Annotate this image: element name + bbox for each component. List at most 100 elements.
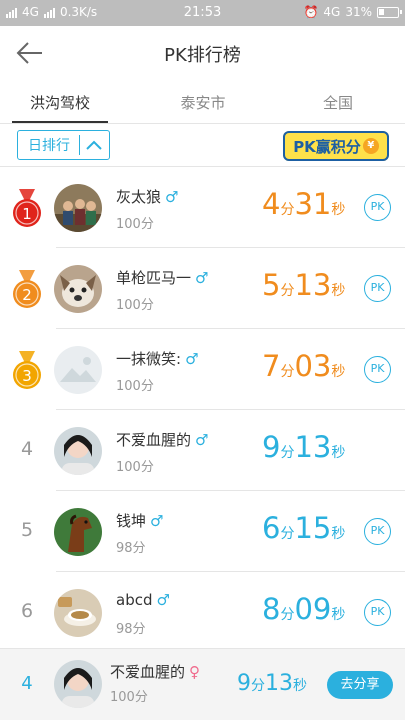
tab-driving-school[interactable]: 洪沟驾校 <box>5 92 115 113</box>
my-time-minutes-unit: 分 <box>251 678 265 694</box>
user-name-text: 灰太狼 <box>116 188 162 206</box>
time-seconds-unit: 秒 <box>331 283 346 299</box>
time-seconds: 13 <box>294 430 332 464</box>
user-name: 灰太狼 ♂ <box>116 186 178 207</box>
exam-time: 8分09秒 <box>262 592 345 626</box>
time-minutes-unit: 分 <box>280 202 295 218</box>
time-minutes: 8 <box>262 592 281 626</box>
medal-rank-number: 2 <box>22 286 32 304</box>
my-time: 9分13秒 <box>237 671 307 696</box>
time-seconds: 13 <box>294 268 332 302</box>
my-time-minutes: 9 <box>237 671 251 696</box>
male-icon: ♂ <box>156 591 170 609</box>
rank-number: 6 <box>20 600 34 622</box>
status-bar: 4G 0.3K/s 21:53 ⏰ 4G 31% <box>0 0 405 26</box>
medal-icon: 1 <box>13 189 41 227</box>
ranking-period-dropdown[interactable]: 日排行 <box>17 130 110 160</box>
network-type-right: 4G <box>323 5 341 19</box>
pk-win-points-logo[interactable]: PK赢积分 ¥ <box>283 131 389 161</box>
rank-number: 5 <box>20 519 34 541</box>
time-seconds-unit: 秒 <box>331 364 346 380</box>
tab-national[interactable]: 全国 <box>283 92 393 113</box>
pk-challenge-button[interactable]: PK <box>364 518 391 545</box>
female-icon: ♀ <box>189 663 201 681</box>
time-seconds-unit: 秒 <box>331 202 346 218</box>
ranking-row[interactable]: 3 一抹微笑: ♂ 100分 7分03秒 PK <box>0 329 405 410</box>
my-time-seconds: 13 <box>265 671 293 696</box>
scope-tabs: 洪沟驾校 泰安市 全国 <box>0 80 405 124</box>
user-avatar[interactable] <box>54 265 102 313</box>
medal-rank-number: 1 <box>22 205 32 223</box>
user-name-text: 钱坤 <box>116 512 147 530</box>
coin-icon: ¥ <box>362 138 379 154</box>
pk-challenge-button[interactable]: PK <box>364 275 391 302</box>
alarm-icon: ⏰ <box>303 5 319 19</box>
page-title: PK排行榜 <box>164 45 241 66</box>
time-seconds-unit: 秒 <box>331 526 346 542</box>
ranking-period-label: 日排行 <box>28 138 70 154</box>
pk-challenge-button[interactable]: PK <box>364 599 391 626</box>
male-icon: ♂ <box>165 188 179 206</box>
time-minutes: 5 <box>262 268 281 302</box>
exam-time: 6分15秒 <box>262 511 345 545</box>
battery-icon <box>377 6 402 18</box>
ranking-row[interactable]: 1 灰太狼 ♂ 100分 4分31秒 PK <box>0 167 405 248</box>
pk-logo-text: PK赢积分 <box>293 137 361 156</box>
time-minutes-unit: 分 <box>280 607 295 623</box>
my-name: 不爱血腥的 ♀ <box>110 661 200 682</box>
chevron-up-icon <box>80 140 109 150</box>
user-avatar[interactable] <box>54 508 102 556</box>
tab-city[interactable]: 泰安市 <box>148 92 258 113</box>
time-seconds: 09 <box>294 592 332 626</box>
time-minutes: 7 <box>262 349 281 383</box>
time-minutes-unit: 分 <box>280 364 295 380</box>
rank-number: 4 <box>20 438 34 460</box>
time-minutes-unit: 分 <box>280 526 295 542</box>
my-rank-bar: 4 不爱血腥的 ♀ 100分 9分13秒 去分享 <box>0 648 405 720</box>
time-minutes: 6 <box>262 511 281 545</box>
ranking-list: 1 灰太狼 ♂ 100分 4分31秒 PK 2 单枪匹马一 ♂ 100分 5分1… <box>0 167 405 653</box>
avatar-photo-girl-icon <box>54 427 102 475</box>
time-seconds: 15 <box>294 511 332 545</box>
nav-header: PK排行榜 <box>0 26 405 80</box>
user-score: 100分 <box>116 298 154 313</box>
user-avatar[interactable] <box>54 589 102 637</box>
exam-time: 7分03秒 <box>262 349 345 383</box>
user-name-text: 不爱血腥的 <box>116 431 192 449</box>
user-avatar[interactable] <box>54 346 102 394</box>
status-right: ⏰ 4G 31% <box>303 5 402 19</box>
tab-underline <box>12 121 108 123</box>
exam-time: 4分31秒 <box>262 187 345 221</box>
pk-challenge-button[interactable]: PK <box>364 194 391 221</box>
time-minutes: 9 <box>262 430 281 464</box>
my-avatar[interactable] <box>54 660 102 708</box>
male-icon: ♂ <box>195 431 209 449</box>
user-avatar[interactable] <box>54 427 102 475</box>
pk-challenge-button[interactable]: PK <box>364 356 391 383</box>
my-time-seconds-unit: 秒 <box>293 678 307 694</box>
time-seconds: 31 <box>294 187 332 221</box>
medal-rank-number: 3 <box>22 367 32 385</box>
male-icon: ♂ <box>185 350 199 368</box>
avatar-photo-coffee-icon <box>54 589 102 637</box>
ranking-row[interactable]: 6 abcd ♂ 98分 8分09秒 PK <box>0 572 405 653</box>
user-name: 单枪匹马一 ♂ <box>116 267 208 288</box>
exam-time: 5分13秒 <box>262 268 345 302</box>
user-avatar[interactable] <box>54 184 102 232</box>
medal-icon: 2 <box>13 270 41 308</box>
user-score: 98分 <box>116 622 146 637</box>
ranking-row[interactable]: 5 钱坤 ♂ 98分 6分15秒 PK <box>0 491 405 572</box>
ranking-row[interactable]: 4 不爱血腥的 ♂ 100分 9分13秒 <box>0 410 405 491</box>
user-name-text: abcd <box>116 591 153 609</box>
exam-time: 9分13秒 <box>262 430 345 464</box>
my-name-text: 不爱血腥的 <box>110 663 186 681</box>
share-button[interactable]: 去分享 <box>327 671 393 699</box>
user-name-text: 一抹微笑: <box>116 350 182 368</box>
user-name-text: 单枪匹马一 <box>116 269 192 287</box>
battery-percent: 31% <box>345 5 372 19</box>
user-score: 98分 <box>116 541 146 556</box>
time-minutes-unit: 分 <box>280 445 295 461</box>
avatar-placeholder-icon <box>54 346 102 394</box>
ranking-row[interactable]: 2 单枪匹马一 ♂ 100分 5分13秒 PK <box>0 248 405 329</box>
time-minutes: 4 <box>262 187 281 221</box>
